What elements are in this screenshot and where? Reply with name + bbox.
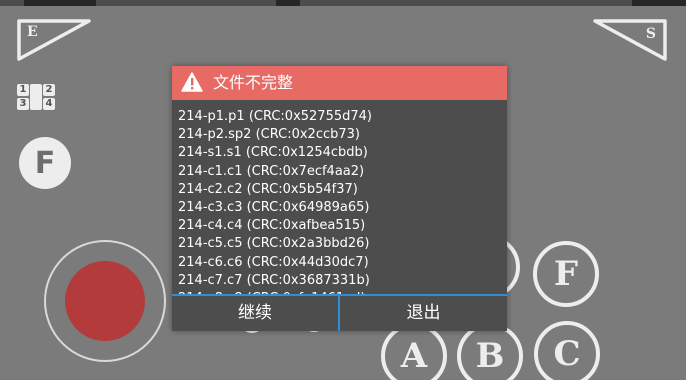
start-button[interactable]: S: [592, 18, 668, 62]
missing-file-item: 214-p2.sp2 (CRC:0x2ccb73): [178, 127, 360, 143]
player-2-cell: 2: [43, 84, 55, 96]
missing-file-item: 214-s1.s1 (CRC:0x1254cbdb): [178, 145, 368, 161]
dialog-button-row: 继续 退出: [172, 296, 507, 331]
missing-file-item: 214-c1.c1 (CRC:0x7ecf4aa2): [178, 163, 365, 179]
warning-icon: [181, 72, 203, 92]
player-3-cell: 3: [17, 98, 29, 110]
status-strip-segment: [96, 0, 276, 6]
status-strip: [0, 0, 686, 6]
player-panel-divider: [30, 84, 42, 110]
missing-file-item: 214-c6.c6 (CRC:0x44d30dc7): [178, 254, 369, 270]
player-1-cell: 1: [17, 84, 29, 96]
exit-button[interactable]: 退出: [340, 296, 507, 331]
missing-file-item: 214-c4.c4 (CRC:0xafbea515): [178, 218, 366, 234]
emulator-screen: E S 1 2 3 4 F F A B C 文件不完整 214-p1.p1 (C…: [0, 0, 686, 380]
player-select-panel[interactable]: 1 2 3 4: [17, 84, 71, 111]
action-button-c[interactable]: C: [533, 320, 601, 380]
joystick[interactable]: [42, 238, 168, 364]
missing-file-item: 214-c7.c7 (CRC:0x3687331b): [178, 272, 370, 288]
missing-file-item: 214-c3.c3 (CRC:0x64989a65): [178, 199, 370, 215]
missing-file-item: 214-c2.c2 (CRC:0x5b54f37): [178, 181, 358, 197]
missing-file-list[interactable]: 214-p1.p1 (CRC:0x52755d74) 214-p2.sp2 (CR…: [172, 100, 507, 294]
action-button-f[interactable]: F: [532, 240, 600, 308]
player-4-cell: 4: [43, 98, 55, 110]
dialog-header: 文件不完整: [172, 66, 507, 100]
joystick-knob: [65, 261, 145, 341]
missing-file-item: 214-p1.p1 (CRC:0x52755d74): [178, 109, 372, 124]
turbo-button[interactable]: F: [15, 134, 75, 192]
dialog-title: 文件不完整: [213, 73, 294, 92]
missing-files-dialog: 文件不完整 214-p1.p1 (CRC:0x52755d74) 214-p2.s…: [172, 66, 507, 331]
select-button[interactable]: E: [16, 18, 92, 62]
status-strip-segment: [300, 0, 632, 6]
status-strip-segment: [0, 0, 24, 6]
missing-file-item: 214-c5.c5 (CRC:0x2a3bbd26): [178, 236, 370, 252]
continue-button[interactable]: 继续: [172, 296, 338, 331]
